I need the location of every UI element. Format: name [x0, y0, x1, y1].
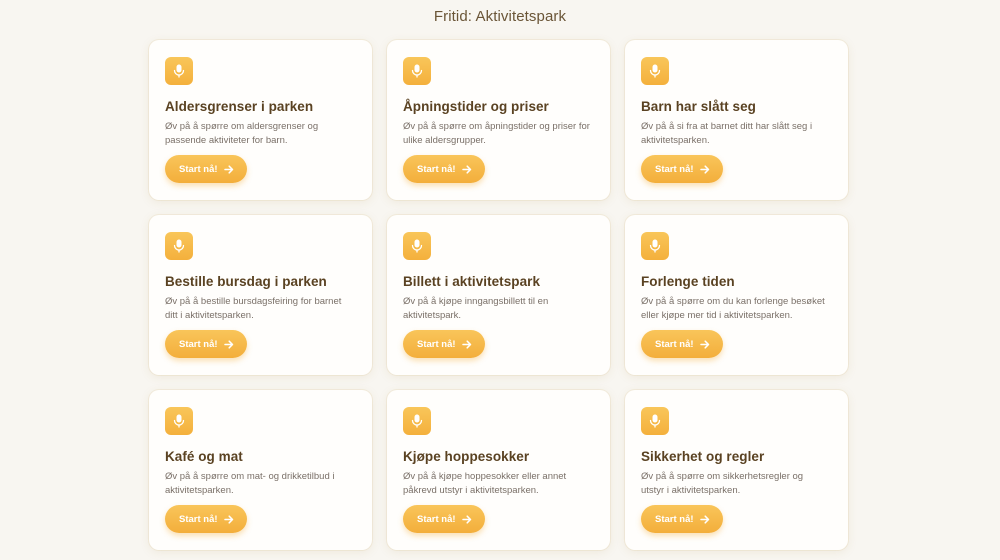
scenario-card: Billett i aktivitetspark Øv på å kjøpe i…: [387, 215, 610, 375]
card-description: Øv på å kjøpe hoppesokker eller annet på…: [403, 471, 567, 496]
start-button-label: Start nå!: [179, 513, 218, 525]
arrow-right-icon: [699, 164, 710, 174]
arrow-right-icon: [699, 514, 710, 524]
scenario-card: Kjøpe hoppesokker Øv på å kjøpe hoppesok…: [387, 390, 610, 550]
card-title: Forlenge tiden: [641, 274, 735, 289]
scenario-card: Aldersgrenser i parken Øv på å spørre om…: [149, 40, 372, 200]
card-description: Øv på å spørre om mat- og drikketilbud i…: [165, 471, 335, 496]
card-description: Øv på å si fra at barnet ditt har slått …: [641, 121, 813, 146]
card-description: Øv på å bestille bursdagsfeiring for bar…: [165, 296, 342, 321]
card-description: Øv på å spørre om sikkerhetsregler og ut…: [641, 471, 804, 496]
microphone-icon: [641, 232, 669, 260]
start-button[interactable]: Start nå!: [403, 505, 485, 533]
microphone-icon: [403, 232, 431, 260]
microphone-icon: [165, 232, 193, 260]
microphone-icon: [165, 57, 193, 85]
start-button-label: Start nå!: [655, 513, 694, 525]
scenario-card: Bestille bursdag i parken Øv på å bestil…: [149, 215, 372, 375]
arrow-right-icon: [699, 339, 710, 349]
arrow-right-icon: [461, 514, 472, 524]
microphone-icon: [165, 407, 193, 435]
start-button-label: Start nå!: [417, 513, 456, 525]
card-title: Kjøpe hoppesokker: [403, 449, 530, 464]
start-button-label: Start nå!: [179, 338, 218, 350]
start-button-label: Start nå!: [417, 163, 456, 175]
scenario-card: Forlenge tiden Øv på å spørre om du kan …: [625, 215, 848, 375]
arrow-right-icon: [461, 339, 472, 349]
start-button[interactable]: Start nå!: [165, 505, 247, 533]
scenario-card: Sikkerhet og regler Øv på å spørre om si…: [625, 390, 848, 550]
card-description: Øv på å spørre om åpningstider og priser…: [403, 121, 590, 146]
card-title: Barn har slått seg: [641, 99, 756, 114]
card-description: Øv på å kjøpe inngangsbillett til en akt…: [403, 296, 549, 321]
scenario-card: Barn har slått seg Øv på å si fra at bar…: [625, 40, 848, 200]
scenario-card: Kafé og mat Øv på å spørre om mat- og dr…: [149, 390, 372, 550]
card-title: Kafé og mat: [165, 449, 243, 464]
card-title: Bestille bursdag i parken: [165, 274, 327, 289]
card-description: Øv på å spørre om du kan forlenge besøke…: [641, 296, 825, 321]
start-button[interactable]: Start nå!: [403, 330, 485, 358]
card-title: Åpningstider og priser: [403, 99, 549, 114]
card-title: Aldersgrenser i parken: [165, 99, 314, 114]
start-button[interactable]: Start nå!: [165, 155, 247, 183]
start-button-label: Start nå!: [179, 163, 218, 175]
card-title: Sikkerhet og regler: [641, 449, 765, 464]
start-button[interactable]: Start nå!: [641, 505, 723, 533]
arrow-right-icon: [223, 514, 234, 524]
start-button[interactable]: Start nå!: [165, 330, 247, 358]
arrow-right-icon: [461, 164, 472, 174]
arrow-right-icon: [223, 339, 234, 349]
microphone-icon: [641, 407, 669, 435]
start-button[interactable]: Start nå!: [641, 330, 723, 358]
scenario-grid: Aldersgrenser i parken Øv på å spørre om…: [149, 40, 849, 550]
microphone-icon: [403, 57, 431, 85]
arrow-right-icon: [223, 164, 234, 174]
start-button[interactable]: Start nå!: [641, 155, 723, 183]
card-title: Billett i aktivitetspark: [403, 274, 540, 289]
microphone-icon: [641, 57, 669, 85]
scenario-card: Åpningstider og priser Øv på å spørre om…: [387, 40, 610, 200]
start-button-label: Start nå!: [417, 338, 456, 350]
start-button-label: Start nå!: [655, 338, 694, 350]
card-description: Øv på å spørre om aldersgrenser og passe…: [165, 121, 319, 146]
start-button-label: Start nå!: [655, 163, 694, 175]
start-button[interactable]: Start nå!: [403, 155, 485, 183]
microphone-icon: [403, 407, 431, 435]
page-title: Fritid: Aktivitetspark: [433, 8, 567, 25]
